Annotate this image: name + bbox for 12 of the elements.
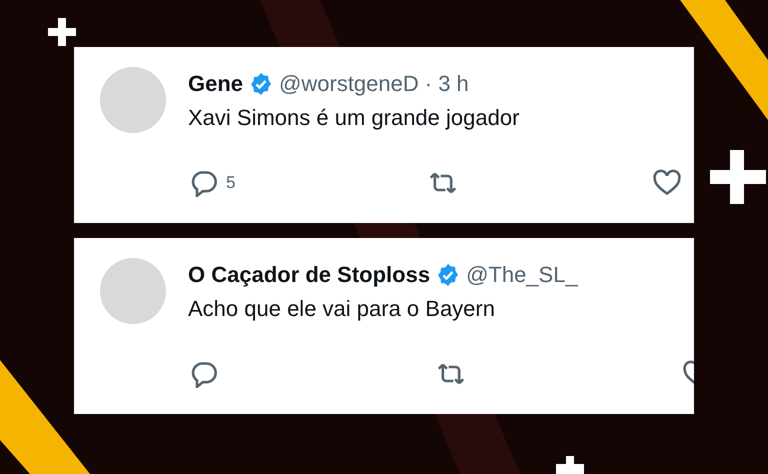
tweet-text: Acho que ele vai para o Bayern bbox=[188, 296, 496, 322]
user-handle: @The_SL_ bbox=[466, 262, 578, 288]
plus-shape bbox=[710, 150, 766, 204]
plus-shape bbox=[48, 18, 76, 46]
like-icon[interactable] bbox=[651, 169, 683, 197]
plus-shape bbox=[556, 456, 584, 474]
user-handle: @worstgeneD bbox=[279, 71, 419, 97]
user-name: O Caçador de Stoploss bbox=[188, 262, 430, 288]
tweet-text: Xavi Simons é um grande jogador bbox=[188, 105, 520, 131]
user-name: Gene bbox=[188, 71, 244, 97]
post-time: · 3 h bbox=[424, 71, 469, 97]
reply-count: 5 bbox=[226, 173, 236, 193]
